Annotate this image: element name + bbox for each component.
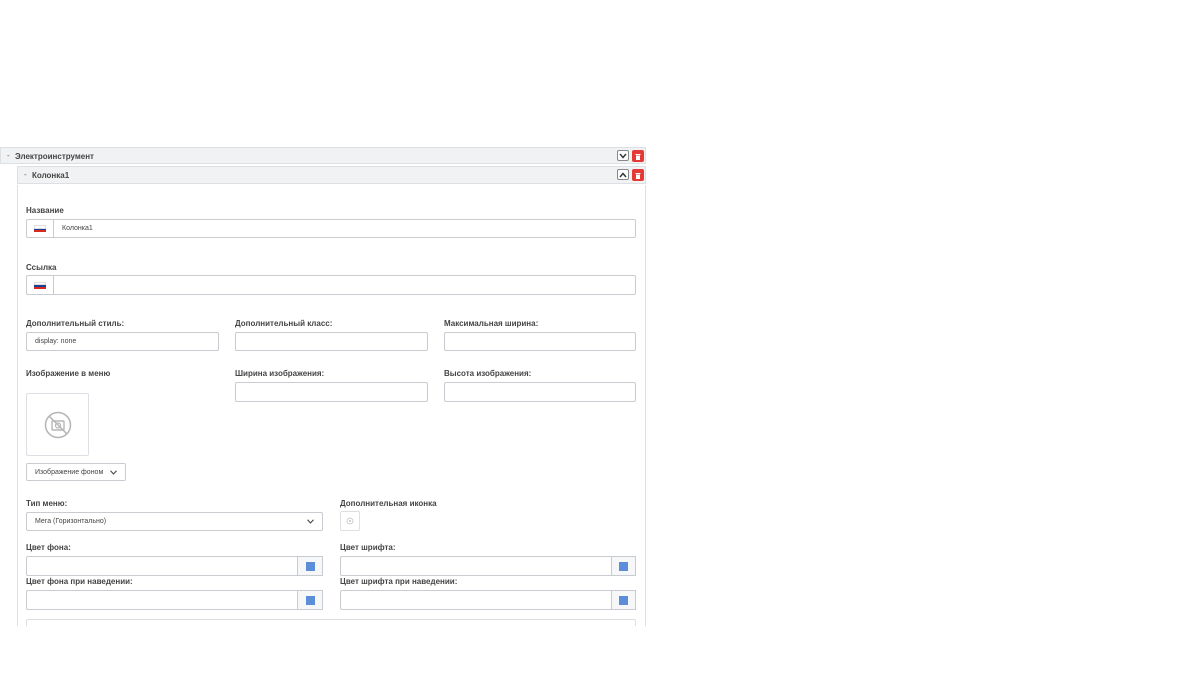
extra-icon-label: Дополнительная иконка bbox=[340, 499, 437, 508]
bg-color-picker-button[interactable] bbox=[297, 556, 323, 576]
outer-item-bar[interactable]: - Электроинструмент bbox=[0, 147, 646, 164]
outer-item-toggle[interactable]: - bbox=[7, 151, 10, 160]
link-input[interactable] bbox=[53, 275, 636, 295]
language-flag-button[interactable] bbox=[26, 275, 54, 295]
bg-image-select-value: Изображение фоном bbox=[35, 468, 104, 476]
color-swatch-icon bbox=[619, 561, 628, 571]
image-height-input[interactable] bbox=[444, 382, 636, 402]
inner-item-toggle[interactable]: - bbox=[24, 170, 27, 179]
outer-item-title: Электроинструмент bbox=[15, 152, 94, 161]
menu-type-select-value: Мега (Горизонтально) bbox=[35, 518, 107, 525]
font-color-picker-button[interactable] bbox=[611, 556, 636, 576]
chevron-up-icon[interactable] bbox=[617, 169, 629, 180]
font-hover-color-input[interactable] bbox=[340, 590, 612, 610]
max-width-input[interactable] bbox=[444, 332, 636, 351]
extra-style-label: Дополнительный стиль: bbox=[26, 319, 125, 328]
extra-class-label: Дополнительный класс: bbox=[235, 319, 333, 328]
image-width-input[interactable] bbox=[235, 382, 428, 402]
font-color-label: Цвет шрифта: bbox=[340, 543, 396, 552]
color-swatch-icon bbox=[619, 595, 628, 605]
image-width-label: Ширина изображения: bbox=[235, 369, 325, 378]
extra-icon-picker[interactable] bbox=[340, 511, 360, 531]
extra-class-input[interactable] bbox=[235, 332, 428, 351]
font-color-input[interactable] bbox=[340, 556, 612, 576]
menu-type-label: Тип меню: bbox=[26, 499, 68, 508]
ru-flag-icon bbox=[34, 225, 46, 233]
trash-icon[interactable] bbox=[632, 169, 644, 181]
empty-icon-placeholder-icon bbox=[346, 517, 354, 525]
font-hover-color-label: Цвет шрифта при наведении: bbox=[340, 577, 458, 586]
color-swatch-icon bbox=[305, 595, 315, 605]
name-label: Название bbox=[26, 206, 64, 215]
no-image-icon bbox=[44, 411, 71, 438]
max-width-label: Максимальная ширина: bbox=[444, 319, 539, 328]
menu-image-label: Изображение в меню bbox=[26, 369, 111, 378]
chevron-down-icon bbox=[307, 519, 314, 524]
menu-type-select[interactable]: Мега (Горизонтально) bbox=[26, 512, 323, 531]
bg-color-input[interactable] bbox=[26, 556, 298, 576]
crop-mask bbox=[0, 626, 660, 675]
extra-style-input[interactable]: display: none bbox=[26, 332, 219, 351]
inner-item-bar[interactable]: - Колонка1 bbox=[17, 166, 646, 184]
inner-item-title: Колонка1 bbox=[32, 171, 70, 180]
color-swatch-icon bbox=[305, 561, 315, 571]
ru-flag-icon bbox=[34, 281, 46, 289]
bg-hover-color-input[interactable] bbox=[26, 590, 298, 610]
chevron-down-icon[interactable] bbox=[617, 150, 629, 161]
bg-color-label: Цвет фона: bbox=[26, 543, 71, 552]
bg-image-select[interactable]: Изображение фоном bbox=[26, 463, 126, 481]
menu-image-thumbnail[interactable] bbox=[26, 393, 89, 456]
link-label: Ссылка bbox=[26, 263, 57, 272]
image-height-label: Высота изображения: bbox=[444, 369, 532, 378]
chevron-down-icon bbox=[110, 469, 117, 475]
trash-icon[interactable] bbox=[632, 150, 644, 162]
bg-hover-color-label: Цвет фона при наведении: bbox=[26, 577, 133, 586]
font-hover-color-picker-button[interactable] bbox=[611, 590, 636, 610]
name-input[interactable]: Колонка1 bbox=[53, 219, 636, 238]
bg-hover-color-picker-button[interactable] bbox=[297, 590, 323, 610]
language-flag-button[interactable] bbox=[26, 219, 54, 238]
